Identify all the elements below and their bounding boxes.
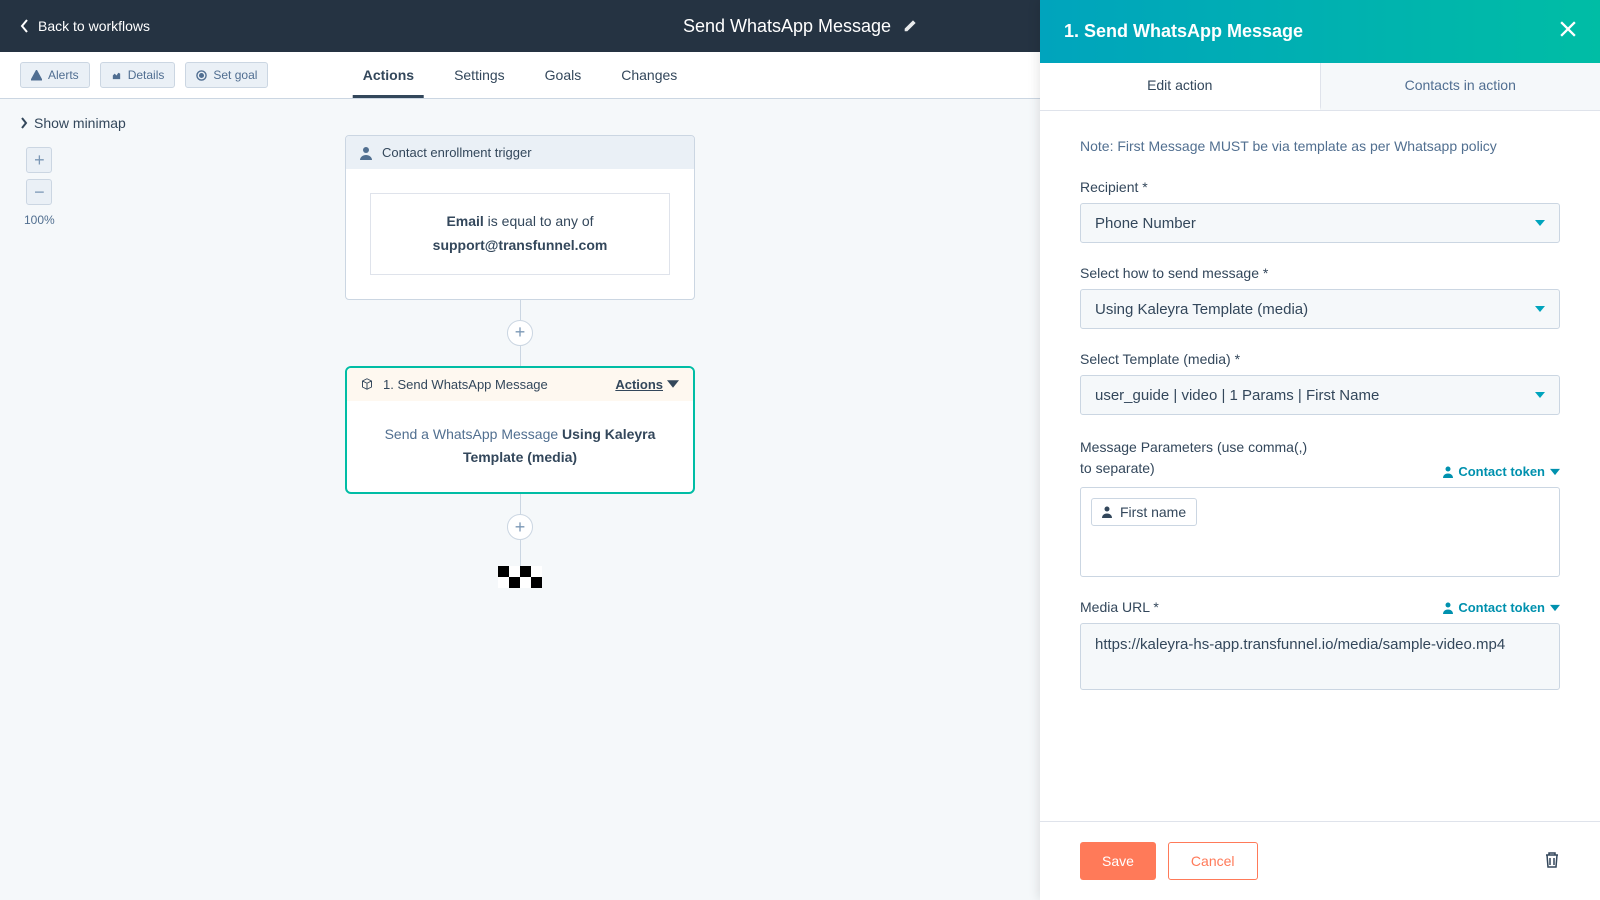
close-panel-button[interactable]: [1560, 21, 1576, 42]
template-select[interactable]: user_guide | video | 1 Params | First Na…: [1080, 375, 1560, 415]
media-url-label: Media URL *: [1080, 599, 1159, 615]
caret-down-icon: [1535, 392, 1545, 398]
caret-down-icon: [1550, 466, 1560, 478]
caret-down-icon: [1535, 220, 1545, 226]
connector-line: [520, 494, 521, 514]
zoom-in-button[interactable]: +: [26, 147, 52, 173]
alerts-button[interactable]: Alerts: [20, 62, 90, 88]
alert-icon: [31, 70, 42, 81]
goal-icon: [196, 70, 207, 81]
action-editor-panel: 1. Send WhatsApp Message Edit action Con…: [1040, 0, 1600, 900]
tab-goals[interactable]: Goals: [545, 52, 582, 98]
step-description: Send a WhatsApp Message Using Kaleyra Te…: [347, 401, 693, 493]
chevron-right-icon: [20, 117, 28, 129]
chevron-left-icon: [20, 19, 30, 33]
zoom-out-button[interactable]: −: [26, 179, 52, 205]
contact-icon: [1102, 506, 1112, 518]
media-url-input[interactable]: [1080, 623, 1560, 690]
workflow-title: Send WhatsApp Message: [683, 16, 891, 37]
connector-line: [520, 300, 521, 320]
caret-down-icon: [1535, 306, 1545, 312]
add-step-button[interactable]: +: [507, 320, 533, 346]
contact-icon: [1443, 466, 1453, 478]
policy-note: Note: First Message MUST be via template…: [1080, 135, 1560, 157]
recipient-label: Recipient *: [1080, 179, 1560, 195]
panel-title: 1. Send WhatsApp Message: [1064, 21, 1303, 42]
recipient-select[interactable]: Phone Number: [1080, 203, 1560, 243]
add-step-button[interactable]: +: [507, 514, 533, 540]
trash-icon: [1544, 851, 1560, 869]
step-actions-menu[interactable]: Actions: [615, 377, 679, 392]
template-label: Select Template (media) *: [1080, 351, 1560, 367]
back-to-workflows-link[interactable]: Back to workflows: [20, 18, 150, 34]
contact-token-link[interactable]: Contact token: [1443, 600, 1560, 615]
end-marker: [498, 566, 542, 588]
params-input[interactable]: First name: [1080, 487, 1560, 577]
contact-icon: [1443, 602, 1453, 614]
close-icon: [1560, 21, 1576, 37]
panel-tab-contacts[interactable]: Contacts in action: [1320, 63, 1600, 110]
tab-changes[interactable]: Changes: [621, 52, 677, 98]
param-chip-firstname[interactable]: First name: [1091, 498, 1197, 526]
show-minimap-toggle[interactable]: Show minimap: [20, 115, 126, 131]
params-label: Message Parameters (use comma(,) to sepa…: [1080, 437, 1310, 479]
back-label: Back to workflows: [38, 18, 150, 34]
enrollment-trigger-card[interactable]: Contact enrollment trigger Email is equa…: [345, 135, 695, 300]
details-button[interactable]: Details: [100, 62, 176, 88]
send-method-select[interactable]: Using Kaleyra Template (media): [1080, 289, 1560, 329]
connector-line: [520, 346, 521, 366]
set-goal-button[interactable]: Set goal: [185, 62, 268, 88]
save-button[interactable]: Save: [1080, 842, 1156, 880]
connector-line: [520, 540, 521, 566]
edit-title-icon[interactable]: [903, 19, 917, 33]
details-icon: [111, 70, 122, 81]
trigger-title: Contact enrollment trigger: [382, 145, 532, 160]
trigger-condition: Email is equal to any of support@transfu…: [370, 193, 670, 275]
delete-action-button[interactable]: [1544, 851, 1560, 872]
send-method-label: Select how to send message *: [1080, 265, 1560, 281]
contact-icon: [360, 146, 372, 160]
tab-actions[interactable]: Actions: [363, 52, 414, 98]
step-title: 1. Send WhatsApp Message: [383, 377, 548, 392]
caret-down-icon: [1550, 602, 1560, 614]
cancel-button[interactable]: Cancel: [1168, 842, 1258, 880]
caret-down-icon: [667, 377, 679, 391]
step-1-card[interactable]: 1. Send WhatsApp Message Actions Send a …: [345, 366, 695, 495]
panel-tab-edit-action[interactable]: Edit action: [1040, 63, 1320, 110]
contact-token-link[interactable]: Contact token: [1443, 464, 1560, 479]
cube-icon: [361, 377, 373, 391]
tab-settings[interactable]: Settings: [454, 52, 505, 98]
zoom-level: 100%: [24, 213, 55, 227]
